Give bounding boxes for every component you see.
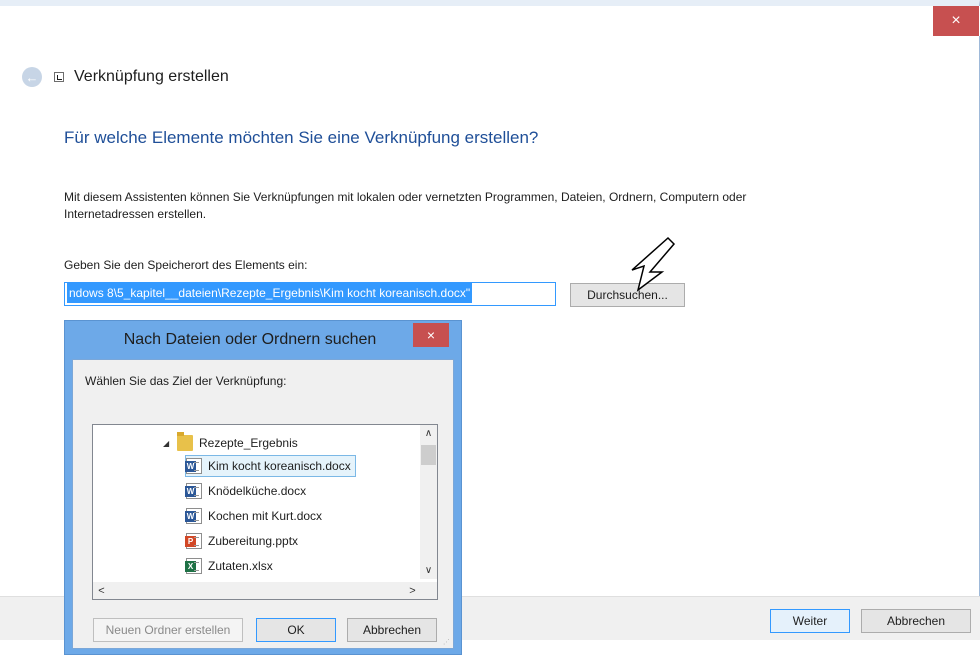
tree-file-label: Kochen mit Kurt.docx bbox=[208, 509, 323, 523]
location-input[interactable]: ndows 8\5_kapitel__dateien\Rezepte_Ergeb… bbox=[64, 282, 556, 306]
dialog-body: Wählen Sie das Ziel der Verknüpfung: ◢ R… bbox=[72, 359, 454, 649]
tree-file-label: Zubereitung.pptx bbox=[208, 534, 299, 548]
folder-icon bbox=[177, 432, 193, 451]
powerpoint-document-icon: P bbox=[185, 533, 202, 549]
word-document-icon: W bbox=[185, 483, 202, 499]
tree-file-label: Kim kocht koreanisch.docx bbox=[208, 459, 351, 473]
scroll-up-icon[interactable]: ∧ bbox=[420, 425, 437, 442]
dialog-close-icon[interactable]: × bbox=[413, 323, 449, 347]
close-icon[interactable]: × bbox=[933, 6, 979, 36]
horizontal-scrollbar[interactable]: < > bbox=[93, 582, 421, 599]
tree-file-label: Zutaten.xlsx bbox=[208, 559, 273, 573]
tree-file-row[interactable]: X Zutaten.xlsx bbox=[185, 555, 277, 577]
tree-folder-label: Rezepte_Ergebnis bbox=[199, 436, 298, 450]
back-arrow-icon[interactable]: ← bbox=[22, 67, 42, 87]
new-folder-button[interactable]: Neuen Ordner erstellen bbox=[93, 618, 243, 642]
tree-file-row[interactable]: W Kim kocht koreanisch.docx bbox=[185, 455, 356, 477]
excel-document-icon: X bbox=[185, 558, 202, 574]
scroll-corner bbox=[420, 582, 437, 599]
tree-items: ◢ Rezepte_Ergebnis W Kim kocht koreanisc… bbox=[93, 425, 421, 579]
page-heading: Für welche Elemente möchten Sie eine Ver… bbox=[64, 128, 539, 147]
dialog-titlebar: Nach Dateien oder Ordnern suchen bbox=[65, 321, 461, 359]
tree-file-row[interactable]: W Knödelküche.docx bbox=[185, 480, 310, 502]
wizard-title: Verknüpfung erstellen bbox=[74, 68, 229, 85]
vertical-scrollbar[interactable]: ∧ ∨ bbox=[420, 425, 437, 579]
ok-button[interactable]: OK bbox=[256, 618, 336, 642]
window-titlebar bbox=[0, 6, 980, 36]
dialog-title: Nach Dateien oder Ordnern suchen bbox=[123, 331, 377, 348]
word-document-icon: W bbox=[185, 508, 202, 524]
tree-file-row[interactable]: W Kochen mit Kurt.docx bbox=[185, 505, 326, 527]
scroll-left-icon[interactable]: < bbox=[93, 582, 110, 599]
tree-folder-row[interactable]: ◢ Rezepte_Ergebnis bbox=[163, 432, 302, 454]
shortcut-icon bbox=[54, 72, 64, 82]
vertical-scroll-thumb[interactable] bbox=[421, 445, 436, 465]
wizard-description: Mit diesem Assistenten können Sie Verknü… bbox=[64, 190, 747, 221]
word-document-icon: W bbox=[185, 458, 202, 474]
location-input-value: ndows 8\5_kapitel__dateien\Rezepte_Ergeb… bbox=[67, 283, 473, 303]
next-button[interactable]: Weiter bbox=[770, 609, 850, 633]
resize-grip-icon[interactable]: ⋰ bbox=[443, 638, 451, 646]
browse-dialog: Nach Dateien oder Ordnern suchen × Wähle… bbox=[64, 320, 462, 655]
scroll-down-icon[interactable]: ∨ bbox=[420, 562, 437, 579]
dialog-cancel-button[interactable]: Abbrechen bbox=[347, 618, 437, 642]
cancel-button[interactable]: Abbrechen bbox=[861, 609, 971, 633]
dialog-prompt: Wählen Sie das Ziel der Verknüpfung: bbox=[85, 374, 287, 388]
scroll-right-icon[interactable]: > bbox=[404, 582, 421, 599]
tree-file-label: Knödelküche.docx bbox=[208, 484, 307, 498]
wizard-nav: ← Verknüpfung erstellen bbox=[22, 64, 229, 90]
mouse-pointer-icon bbox=[631, 236, 676, 292]
tree-file-row[interactable]: P Zubereitung.pptx bbox=[185, 530, 302, 552]
folder-tree[interactable]: ◢ Rezepte_Ergebnis W Kim kocht koreanisc… bbox=[92, 424, 438, 600]
location-label: Geben Sie den Speicherort des Elements e… bbox=[64, 258, 308, 272]
collapse-triangle-icon[interactable]: ◢ bbox=[163, 439, 171, 448]
